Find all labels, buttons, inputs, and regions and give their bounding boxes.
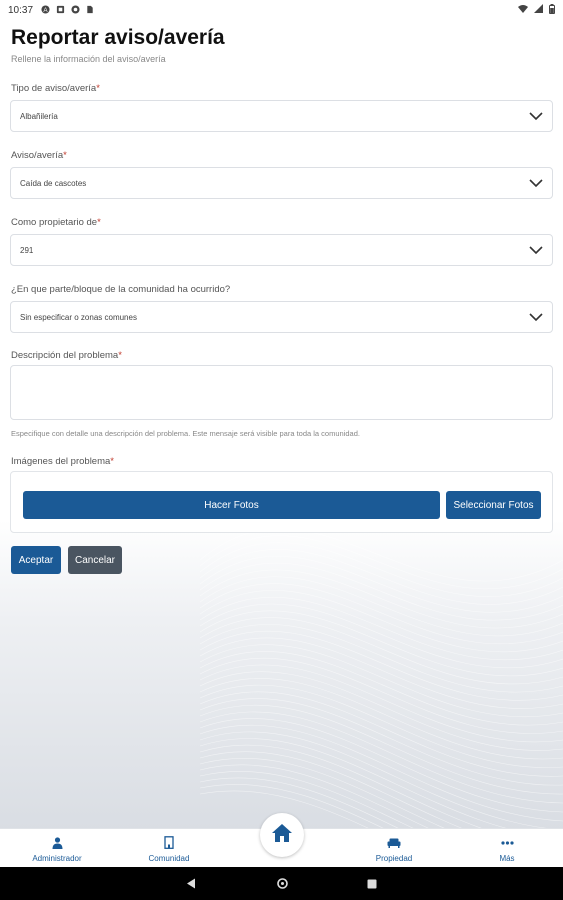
background-wave-line bbox=[199, 664, 563, 743]
chevron-down-icon bbox=[529, 310, 543, 324]
aviso-select-value: Caída de cascotes bbox=[20, 178, 87, 188]
nav-label-comunidad: Comunidad bbox=[148, 853, 190, 863]
bloque-label: ¿En que parte/bloque de la comunidad ha … bbox=[11, 284, 231, 295]
recents-icon[interactable] bbox=[357, 867, 387, 900]
background-wave-line bbox=[199, 724, 563, 822]
select-photos-button[interactable]: Seleccionar Fotos bbox=[446, 491, 541, 519]
background-wave-line bbox=[199, 590, 563, 653]
more-icon bbox=[500, 835, 514, 851]
status-time: 10:37 bbox=[8, 4, 34, 16]
chevron-down-icon bbox=[529, 176, 543, 190]
take-photos-button[interactable]: Hacer Fotos bbox=[23, 491, 440, 519]
descripcion-help: Especifique con detalle una descripción … bbox=[11, 429, 360, 438]
imagenes-label-text: Imágenes del problema bbox=[11, 456, 111, 467]
background-wave-line bbox=[199, 603, 563, 669]
descripcion-label: Descripción del problema* bbox=[11, 350, 122, 361]
required-mark: * bbox=[118, 350, 122, 361]
person-icon bbox=[52, 835, 63, 851]
background-waves bbox=[199, 528, 563, 900]
nav-label-mas: Más bbox=[499, 853, 515, 863]
signal-icon bbox=[534, 4, 543, 16]
nav-item-mas[interactable]: Más bbox=[487, 829, 527, 868]
battery-icon bbox=[549, 3, 555, 17]
tipo-label: Tipo de aviso/avería* bbox=[11, 83, 100, 94]
status-bar: 10:37 A bbox=[0, 0, 563, 20]
required-mark: * bbox=[110, 456, 114, 467]
chevron-down-icon bbox=[529, 243, 543, 257]
background-wave-line bbox=[199, 555, 563, 613]
nav-label-administrador: Administrador bbox=[32, 853, 82, 863]
tipo-label-text: Tipo de aviso/avería bbox=[11, 83, 97, 94]
background-wave-line bbox=[199, 549, 563, 605]
background-wave-line bbox=[199, 583, 563, 645]
home-circle-icon[interactable] bbox=[267, 867, 297, 900]
nav-item-comunidad[interactable]: Comunidad bbox=[138, 829, 200, 868]
accept-button[interactable]: Aceptar bbox=[11, 546, 61, 574]
home-icon bbox=[271, 823, 293, 848]
required-mark: * bbox=[97, 217, 101, 228]
descripcion-textarea[interactable] bbox=[10, 365, 553, 420]
required-mark: * bbox=[63, 150, 67, 161]
background-wave-line bbox=[199, 528, 563, 582]
tipo-select[interactable]: Albañilería bbox=[10, 100, 553, 132]
sim-icon bbox=[86, 5, 94, 16]
descripcion-label-text: Descripción del problema bbox=[11, 350, 119, 361]
background-wave-line bbox=[199, 596, 563, 661]
back-icon[interactable] bbox=[176, 867, 206, 900]
propietario-select[interactable]: 291 bbox=[10, 234, 553, 266]
a-icon: A bbox=[41, 4, 50, 16]
page-title: Reportar aviso/avería bbox=[11, 26, 225, 49]
background-wave-line bbox=[199, 657, 563, 734]
background-wave-line bbox=[199, 684, 563, 768]
nav-item-administrador[interactable]: Administrador bbox=[22, 829, 92, 868]
system-nav-bar bbox=[0, 867, 563, 900]
home-button[interactable] bbox=[260, 813, 304, 857]
aviso-label: Aviso/avería* bbox=[11, 150, 67, 161]
background-wave-line bbox=[199, 542, 563, 597]
background-wave-line bbox=[199, 691, 563, 777]
wifi-icon bbox=[518, 4, 528, 16]
bloque-select[interactable]: Sin especificar o zonas comunes bbox=[10, 301, 553, 333]
background-wave-line bbox=[199, 535, 563, 590]
building-icon bbox=[164, 835, 174, 851]
cancel-button[interactable]: Cancelar bbox=[68, 546, 122, 574]
nav-item-propiedad[interactable]: Propiedad bbox=[362, 829, 426, 868]
nav-label-propiedad: Propiedad bbox=[375, 853, 413, 863]
square-icon bbox=[56, 5, 65, 16]
tipo-select-value: Albañilería bbox=[20, 111, 58, 121]
propietario-label-text: Como propietario de bbox=[11, 217, 98, 228]
required-mark: * bbox=[96, 83, 100, 94]
propietario-label: Como propietario de* bbox=[11, 217, 101, 228]
circle-icon bbox=[71, 4, 80, 16]
sofa-icon bbox=[387, 835, 401, 851]
background-wave-line bbox=[199, 651, 563, 726]
chevron-down-icon bbox=[529, 109, 543, 123]
aviso-label-text: Aviso/avería bbox=[11, 150, 64, 161]
propietario-select-value: 291 bbox=[20, 245, 34, 255]
background-wave-line bbox=[199, 731, 563, 831]
background bbox=[0, 0, 563, 900]
bloque-select-value: Sin especificar o zonas comunes bbox=[20, 312, 137, 322]
imagenes-label: Imágenes del problema* bbox=[11, 456, 114, 467]
aviso-select[interactable]: Caída de cascotes bbox=[10, 167, 553, 199]
page-subtitle: Rellene la información del aviso/avería bbox=[11, 54, 166, 64]
